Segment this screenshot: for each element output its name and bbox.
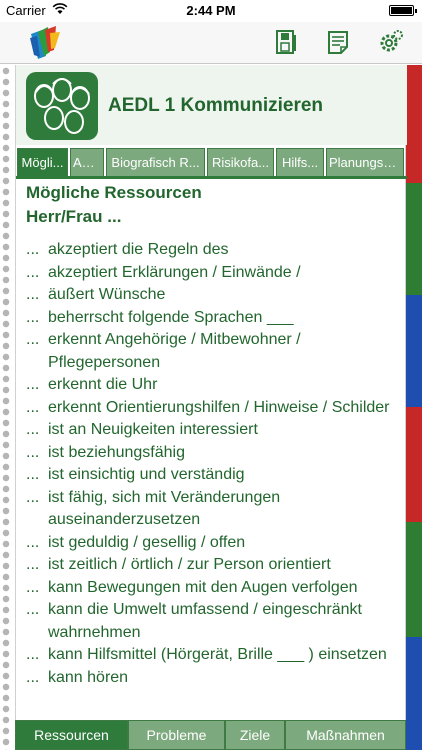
tab-risikofaktoren[interactable]: Risikofa... <box>207 148 274 176</box>
list-item[interactable]: ... kann Hilfsmittel (Hörgerät, Brille __… <box>26 644 398 667</box>
list-item-label: akzeptiert die Regeln des <box>48 241 229 258</box>
ellipsis-prefix: ... <box>26 421 40 438</box>
ellipsis-prefix: ... <box>26 286 40 303</box>
list-item[interactable]: ... kann die Umwelt umfassend / eingeschr… <box>26 599 398 644</box>
ellipsis-prefix: ... <box>26 556 40 573</box>
list-item-label: kann hören <box>48 668 129 686</box>
section-tab-blue[interactable] <box>406 295 422 407</box>
ellipsis-prefix: ... <box>26 533 40 551</box>
tab-planungsbedarf[interactable]: Planungsb... <box>326 148 404 176</box>
list-item-label: äußert Wünsche <box>48 286 166 303</box>
list-item-label: ist einsichtig und verständig <box>48 466 245 483</box>
list-item[interactable]: ... kann hören <box>26 667 398 690</box>
tab-massnahmen[interactable]: Maßnahmen <box>285 720 406 750</box>
tab-moegliche-ressourcen[interactable]: Mögli... <box>17 148 68 176</box>
ellipsis-prefix: ... <box>26 488 40 506</box>
tab-divider <box>16 176 407 179</box>
status-bar: Carrier 2:44 PM <box>0 0 422 22</box>
people-icon <box>26 72 98 140</box>
list-item[interactable]: ... ist beziehungsfähig <box>26 442 398 465</box>
spiral-binding <box>0 65 16 750</box>
resource-content: Mögliche Ressourcen Herr/Frau ... ... akz… <box>26 181 398 689</box>
ellipsis-prefix: ... <box>26 376 40 393</box>
section-tab-red[interactable] <box>406 65 422 183</box>
list-item[interactable]: ... ist geduldig / gesellig / offen <box>26 532 398 555</box>
tab-probleme[interactable]: Probleme <box>128 720 225 750</box>
ellipsis-prefix: ... <box>26 668 40 686</box>
tab-ressourcen[interactable]: Ressourcen <box>15 720 128 750</box>
ellipsis-prefix: ... <box>26 601 40 618</box>
resource-list: ... akzeptiert die Regeln des... akzeptier… <box>26 239 398 689</box>
content-page: AEDL 1 Kommunizieren Mögli... AE... Biog… <box>15 65 407 750</box>
list-item-label: ist fähig, sich mit Veränderungen ausein… <box>48 488 281 529</box>
ellipsis-prefix: ... <box>26 331 40 348</box>
list-item[interactable]: ... ist an Neuigkeiten interessiert <box>26 419 398 442</box>
list-item-label: ist beziehungsfähig <box>48 443 185 461</box>
tab-aedl[interactable]: AE... <box>70 148 104 176</box>
list-item[interactable]: ... akzeptiert die Regeln des <box>26 239 398 262</box>
list-item-label: akzeptiert Erklärungen / Einwände / <box>48 263 301 281</box>
battery-icon <box>389 5 417 16</box>
list-item-label: ist geduldig / gesellig / offen <box>48 533 246 551</box>
list-item[interactable]: ... akzeptiert Erklärungen / Einwände / <box>26 262 398 285</box>
section-tab-green[interactable] <box>406 183 422 295</box>
list-item[interactable]: ... erkennt Angehörige / Mitbewohner / Pf… <box>26 329 398 374</box>
ellipsis-prefix: ... <box>26 466 40 483</box>
page-header: AEDL 1 Kommunizieren <box>16 65 407 145</box>
ellipsis-prefix: ... <box>26 263 40 281</box>
ellipsis-prefix: ... <box>26 398 40 416</box>
section-color-tabs[interactable] <box>406 65 422 750</box>
ellipsis-prefix: ... <box>26 308 40 326</box>
section-subtitle: Herr/Frau ... <box>26 207 122 226</box>
navigation-bar <box>0 22 422 64</box>
list-item[interactable]: ... ist fähig, sich mit Veränderungen aus… <box>26 487 398 532</box>
list-item[interactable]: ... beherrscht folgende Sprachen ___ <box>26 307 398 330</box>
list-item-label: erkennt die Uhr <box>48 376 158 393</box>
list-item[interactable]: ... äußert Wünsche <box>26 284 398 307</box>
list-item-label: kann Hilfsmittel (Hörgerät, Brille ___ )… <box>48 646 387 663</box>
page-title: AEDL 1 Kommunizieren <box>108 95 324 116</box>
tab-ziele[interactable]: Ziele <box>225 720 285 750</box>
ellipsis-prefix: ... <box>26 241 40 258</box>
list-item-label: kann Bewegungen mit den Augen verfolgen <box>48 578 358 596</box>
section-title: Mögliche Ressourcen <box>26 183 202 202</box>
tab-hilfsmittel[interactable]: Hilfs... <box>276 148 324 176</box>
list-item[interactable]: ... erkennt die Uhr <box>26 374 398 397</box>
section-tab-green[interactable] <box>406 522 422 637</box>
save-icon[interactable] <box>273 29 299 55</box>
settings-icon[interactable] <box>378 29 404 55</box>
list-item-label: kann die Umwelt umfassend / eingeschränk… <box>48 601 362 641</box>
list-item-label: erkennt Orientierungshilfen / Hinweise /… <box>48 398 390 416</box>
tab-biografisch[interactable]: Biografisch R... <box>106 148 205 176</box>
list-item[interactable]: ... erkennt Orientierungshilfen / Hinweis… <box>26 397 398 420</box>
clock: 2:44 PM <box>186 3 236 18</box>
section-tab-blue[interactable] <box>406 637 422 750</box>
list-item[interactable]: ... kann Bewegungen mit den Augen verfolg… <box>26 577 398 600</box>
bottom-tab-bar: Ressourcen Probleme Ziele Maßnahmen <box>15 720 406 750</box>
ellipsis-prefix: ... <box>26 443 40 461</box>
list-item-label: ist zeitlich / örtlich / zur Person orie… <box>48 556 331 573</box>
list-item-label: ist an Neuigkeiten interessiert <box>48 421 258 438</box>
app-logo <box>28 24 62 62</box>
ellipsis-prefix: ... <box>26 578 40 596</box>
list-item[interactable]: ... ist einsichtig und verständig <box>26 464 398 487</box>
ellipsis-prefix: ... <box>26 646 40 663</box>
section-tab-red[interactable] <box>406 407 422 522</box>
category-tabs: Mögli... AE... Biografisch R... Risikofa… <box>16 148 407 176</box>
list-item-label: erkennt Angehörige / Mitbewohner / Pfleg… <box>48 331 301 371</box>
list-item-label: beherrscht folgende Sprachen ___ <box>48 308 294 326</box>
notebook: AEDL 1 Kommunizieren Mögli... AE... Biog… <box>0 65 422 750</box>
notes-icon[interactable] <box>326 29 352 55</box>
list-item[interactable]: ... ist zeitlich / örtlich / zur Person o… <box>26 554 398 577</box>
